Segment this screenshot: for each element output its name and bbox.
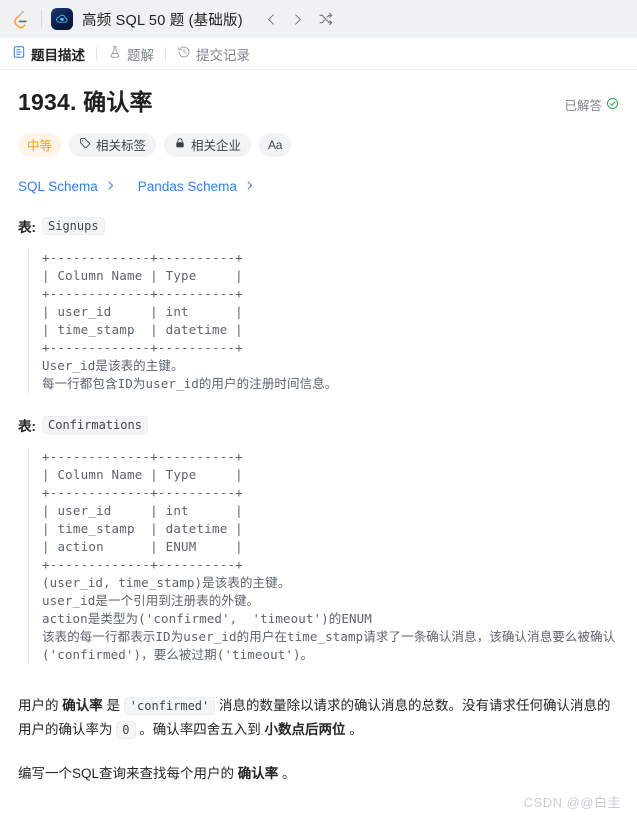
ascii-table-confirmations: +-------------+----------+ | Column Name… (42, 448, 243, 572)
table-notes-confirmations: (user_id, time_stamp)是该表的主键。 user_id是一个引… (42, 574, 616, 662)
table-block-confirmations: +-------------+----------+ | Column Name… (28, 447, 619, 664)
p1-seg5: 。 (345, 721, 363, 737)
document-icon (12, 45, 26, 62)
table-label-prefix: 表: (18, 219, 36, 235)
leetcode-logo-icon[interactable] (10, 8, 32, 30)
p2-bold1: 确认率 (237, 765, 279, 781)
p2-seg1: 编写一个SQL查询来查找每个用户的 (18, 765, 238, 781)
page-title: 1934. 确认率 (18, 89, 153, 115)
tab-bar: 题目描述 题解 提交记录 (0, 38, 637, 70)
flask-icon (108, 45, 122, 62)
sql-schema-label: SQL Schema (18, 178, 98, 194)
difficulty-label: 中等 (27, 139, 53, 154)
topbar-title: 高频 SQL 50 题 (基础版) (82, 12, 243, 29)
lock-icon (174, 137, 186, 152)
table-name-chip: Confirmations (42, 415, 148, 434)
p1-code-confirmed: 'confirmed' (123, 696, 216, 715)
title-row: 1934. 确认率 已解答 (18, 88, 619, 118)
chevron-left-icon[interactable] (259, 6, 285, 32)
top-bar: 高频 SQL 50 题 (基础版) (0, 0, 637, 38)
table-block-signups: +-------------+----------+ | Column Name… (28, 248, 619, 393)
p1-seg2: 是 (102, 697, 124, 713)
chevron-right-icon (244, 179, 255, 194)
table-label-prefix: 表: (18, 418, 36, 434)
tab-divider (165, 47, 166, 60)
schema-link-row: SQL Schema Pandas Schema (18, 179, 619, 194)
pandas-schema-link[interactable]: Pandas Schema (138, 179, 255, 194)
p1-bold1: 确认率 (62, 697, 103, 713)
difficulty-badge[interactable]: 中等 (18, 132, 62, 157)
watermark: CSDN @@白圭 (523, 795, 621, 810)
solved-label: 已解答 (564, 99, 602, 113)
p2-seg2: 。 (278, 765, 296, 781)
chevron-right-icon (105, 179, 116, 194)
description-paragraph-2: 编写一个SQL查询来查找每个用户的 确认率 。 (18, 762, 619, 786)
tab-solutions[interactable]: 题解 (106, 44, 156, 64)
related-tags-button[interactable]: 相关标签 (69, 132, 157, 157)
badge-row: 中等 相关标签 相关企业 Aa (18, 132, 619, 157)
description-paragraph-1: 用户的 确认率 是 'confirmed' 消息的数量除以请求的确认消息的总数。… (18, 694, 619, 742)
font-size-button[interactable]: Aa (259, 132, 292, 157)
sql-schema-link[interactable]: SQL Schema (18, 179, 116, 194)
tab-submissions-label: 提交记录 (196, 47, 250, 63)
tab-divider (96, 47, 97, 60)
tab-solutions-label: 题解 (127, 47, 154, 63)
tab-description[interactable]: 题目描述 (10, 44, 87, 64)
font-size-label: Aa (268, 137, 283, 152)
related-companies-label: 相关企业 (191, 139, 242, 154)
table-label-confirmations: 表: Confirmations (18, 415, 619, 435)
shuffle-icon[interactable] (313, 6, 339, 32)
tab-description-label: 题目描述 (31, 47, 85, 63)
ascii-table-signups: +-------------+----------+ | Column Name… (42, 249, 243, 355)
tag-icon (79, 137, 91, 152)
table-name-chip: Signups (42, 216, 105, 235)
p1-bold2: 小数点后两位 (264, 721, 346, 737)
check-circle-icon (606, 97, 619, 113)
sql-cloud-app-icon[interactable] (51, 8, 73, 30)
table-notes-signups: User_id是该表的主键。 每一行都包含ID为user_id的用户的注册时间信… (42, 357, 338, 391)
history-clock-icon (177, 45, 191, 62)
table-label-signups: 表: Signups (18, 216, 619, 236)
tab-submissions[interactable]: 提交记录 (175, 44, 252, 64)
problem-content: 1934. 确认率 已解答 中等 相关标签 相关企业 Aa SQL Schema… (0, 70, 637, 786)
topbar-divider (41, 10, 42, 28)
p1-code-zero: 0 (116, 720, 136, 739)
p1-seg4: 。确认率四舍五入到 (135, 721, 265, 737)
status-badge: 已解答 (564, 88, 619, 114)
p1-seg1: 用户的 (18, 697, 63, 713)
pandas-schema-label: Pandas Schema (137, 178, 237, 194)
related-tags-label: 相关标签 (96, 139, 147, 154)
related-companies-button[interactable]: 相关企业 (164, 132, 252, 157)
chevron-right-icon[interactable] (285, 6, 311, 32)
